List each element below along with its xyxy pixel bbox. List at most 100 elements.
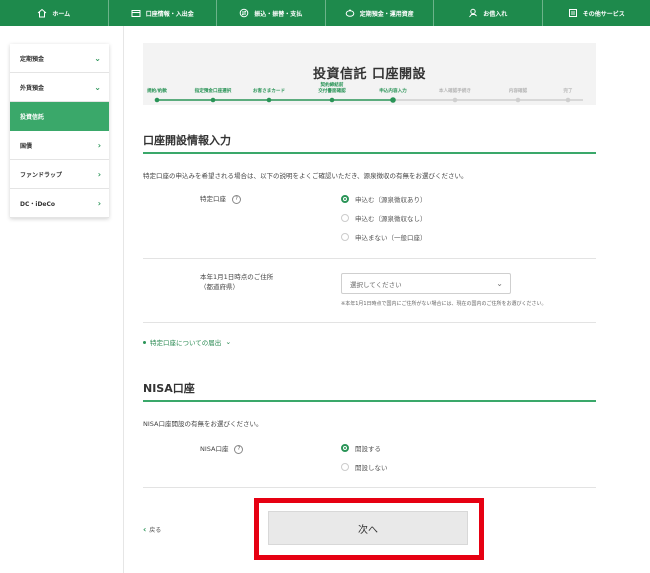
sidebar-item-label: ファンドラップ [20,171,63,179]
next-button[interactable]: 次へ [268,511,468,545]
step-label: 規約/約款 [147,87,167,94]
prefecture-select[interactable]: 選択してください ⌄ [341,273,511,294]
sidebar-item-label: 外貨預金 [20,84,45,92]
content-divider [123,26,124,573]
option-label: 申込まない（一般口座） [355,233,427,242]
step-4: 契約締結前交付書面確認 [318,81,346,103]
step-dot [452,97,458,103]
radio-selected[interactable] [341,443,349,452]
step-dot [154,97,160,103]
step-dot [390,97,396,103]
option-label: 開設する [355,444,381,453]
step-label: 内容確認 [509,87,528,94]
chevron-right-icon: › [97,198,101,208]
chevron-left-icon: ‹ [143,525,147,534]
nav-transfer[interactable]: 振込・振替・支払 [217,0,326,26]
progress-stepper: 規約/約款 指定預金口座選択 お客さまカード 契約締結前交付書面確認 申込内容入力 本人確… [147,81,583,103]
nisa-option-not-open[interactable]: 開設しない [341,457,388,476]
nav-label: 定期預金・運用資産 [359,10,414,18]
nisa-radio-group: 開設する 開設しない [341,438,388,476]
nav-label: 口座情報・入出金 [145,10,194,18]
step-label: 申込内容入力 [379,87,407,94]
transfer-icon [239,8,249,18]
section-title-nisa: NISA口座 [143,382,195,395]
step-dot [329,97,335,103]
nisa-description: NISA口座開設の有無をお選びください。 [143,420,263,428]
help-icon[interactable]: ? [234,444,244,454]
nav-label: その他サービス [582,10,625,18]
account-description: 特定口座の申込みを希望される場合は、以下の説明をよくご確認いただき、源泉徴収の有… [143,172,468,180]
tokutei-radio-group: 申込む（源泉徴収あり） 申込む（源泉徴収なし） 申込まない（一般口座） [341,189,427,246]
address-note: ※本年1月1日時点で国内にご住所がない場合には、現在の国内のご住所をお選びくださ… [341,301,547,307]
sidebar-item-label: 投資信託 [20,113,45,121]
nav-label: ホーム [52,10,71,18]
step-label: 指定預金口座選択 [195,87,232,94]
tokutei-label-row: 特定口座? [200,194,241,204]
sidebar-item-foreign-deposit[interactable]: 外貨預金 ⌄ [10,73,109,102]
step-dot [266,97,272,103]
section-rule [143,152,596,154]
radio-selected[interactable] [341,194,349,203]
chevron-down-icon: ⌄ [94,53,101,63]
nav-deposit-assets[interactable]: 定期預金・運用資産 [326,0,434,26]
option-label: 申込む（源泉徴収なし） [355,214,427,223]
option-label: 開設しない [355,463,388,472]
nisa-option-open[interactable]: 開設する [341,438,388,457]
nav-account-info[interactable]: 口座情報・入出金 [109,0,217,26]
divider [143,322,596,323]
radio-unselected[interactable] [341,462,349,471]
step-label: 本人確認手続き [438,87,472,94]
step-dot [565,97,571,103]
sidebar-item-government-bonds[interactable]: 国債 › [10,131,109,160]
help-icon[interactable]: ? [232,194,241,204]
global-nav: ホーム 口座情報・入出金 振込・振替・支払 定期預金・運用資産 お借入れ その他… [0,0,650,26]
select-placeholder: 選択してください [350,280,402,289]
sidebar-item-label: 定期預金 [20,55,45,63]
link-label: 特定口座についての届出 [150,339,222,347]
divider [143,487,596,488]
tokutei-option-withholding[interactable]: 申込む（源泉徴収あり） [341,189,427,208]
back-link[interactable]: ‹ 戻る [143,525,161,534]
bullet-icon [143,340,146,344]
loan-icon [469,8,478,18]
back-label: 戻る [149,527,162,534]
menu-icon [568,9,577,17]
tokutei-label: 特定口座 [200,195,226,203]
divider [143,258,596,259]
nav-other-services[interactable]: その他サービス [543,0,650,26]
radio-unselected[interactable] [341,213,349,222]
tokutei-option-no-withholding[interactable]: 申込む（源泉徴収なし） [341,208,427,227]
sidebar-item-investment-trust[interactable]: 投資信託 [10,102,109,131]
nav-loan[interactable]: お借入れ [434,0,543,26]
chevron-right-icon: › [97,169,101,179]
sidebar-item-fund-wrap[interactable]: ファンドラップ › [10,160,109,189]
address-label-line2: （都道府県） [200,283,239,291]
option-label: 申込む（源泉徴収あり） [355,195,427,204]
piggy-bank-icon [345,9,355,17]
nav-home[interactable]: ホーム [0,0,109,26]
step-label: 完了 [562,87,573,94]
sidebar-item-label: DC・iDeCo [20,200,56,208]
chevron-down-icon: ⌄ [496,279,503,288]
sidebar: 定期預金 ⌄ 外貨預金 ⌄ 投資信託 国債 › ファンドラップ › DC・iDe… [10,44,109,218]
section-rule [143,400,596,402]
tokutei-notice-link[interactable]: 特定口座についての届出 ⌄ [143,337,231,347]
nav-label: お借入れ [483,10,508,18]
sidebar-item-dc-ideco[interactable]: DC・iDeCo › [10,189,109,218]
chevron-down-icon: ⌄ [94,82,101,92]
nav-label: 振込・振替・支払 [254,10,303,18]
step-dot [210,97,216,103]
address-label-line1: 本年1月1日時点のご住所 [200,273,274,281]
step-label: 契約締結前 [320,81,344,88]
sidebar-item-time-deposit[interactable]: 定期預金 ⌄ [10,44,109,73]
nisa-label-row: NISA口座? [200,444,244,454]
wallet-icon [131,10,141,17]
home-icon [37,8,47,18]
radio-unselected[interactable] [341,232,349,241]
step-label: お客さまカード [253,87,286,94]
step-dot [515,97,521,103]
nisa-label: NISA口座 [200,445,229,453]
step-label: 交付書面確認 [318,87,346,94]
tokutei-option-general[interactable]: 申込まない（一般口座） [341,227,427,246]
sidebar-item-label: 国債 [20,142,33,150]
